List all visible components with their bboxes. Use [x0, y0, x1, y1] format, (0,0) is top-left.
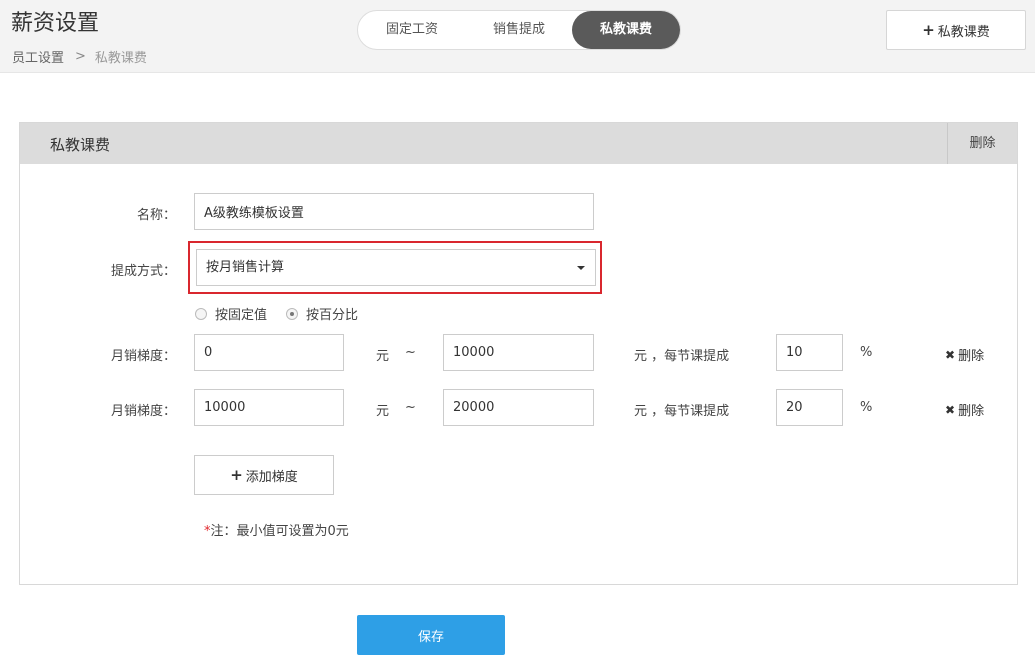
min-value-note: *注：最小值可设置为0元: [204, 520, 349, 539]
tier-1-from-input[interactable]: [194, 334, 344, 371]
tier-1-rate-input[interactable]: [776, 334, 843, 371]
method-highlight-box: 按月销售计算: [188, 241, 602, 294]
tier-1-percent: %: [860, 345, 873, 360]
tier-1-tilde: ~: [405, 345, 416, 360]
method-select-value: 按月销售计算: [206, 260, 285, 275]
radio-percentage-icon[interactable]: [286, 307, 299, 320]
tier-2-from-input[interactable]: [194, 389, 344, 426]
fee-panel: 私教课费 删除 名称： 提成方式： 按月销售计算 按固定值 按百分比 月销梯度：…: [19, 122, 1018, 585]
caret-down-icon: [577, 266, 585, 270]
tier-2-tilde: ~: [405, 400, 416, 415]
breadcrumb-current: 私教课费: [94, 51, 147, 66]
radio-fixed-value-icon[interactable]: [195, 307, 207, 320]
name-input[interactable]: [194, 193, 594, 230]
save-button[interactable]: 保存: [357, 615, 505, 655]
panel-header: 私教课费 删除: [20, 123, 1017, 164]
panel-delete-button[interactable]: 删除: [947, 123, 1017, 164]
top-bar: 薪资设置 员工设置 > 私教课费 固定工资 销售提成 私教课费 + 私教课费: [0, 0, 1035, 73]
tab-fixed-salary[interactable]: 固定工资: [358, 11, 466, 49]
radio-fixed-value-label: 按固定值: [215, 308, 268, 323]
tier-2-label: 月销梯度：: [110, 404, 176, 419]
tier-2-unit-to: 元 ，每节课提成: [634, 404, 730, 419]
radio-percentage-label: 按百分比: [306, 308, 359, 323]
tab-group: 固定工资 销售提成 私教课费: [357, 10, 681, 50]
tier-2-delete-button[interactable]: ✖ 删除: [945, 400, 985, 420]
calc-type-radio-group: 按固定值 按百分比: [195, 304, 377, 323]
page-title: 薪资设置: [11, 11, 100, 36]
tier-1-unit-to: 元 ，每节课提成: [634, 349, 730, 364]
tier-2-percent: %: [860, 400, 873, 415]
add-button-label: 私教课费: [937, 24, 990, 40]
note-text: 注：最小值可设置为0元: [210, 524, 349, 539]
tier-2-unit-from: 元: [376, 404, 390, 419]
close-icon: ✖: [945, 402, 956, 417]
close-icon: ✖: [945, 347, 956, 362]
plus-icon: +: [922, 21, 935, 39]
breadcrumb-separator-icon: >: [75, 49, 86, 64]
tab-sales-commission[interactable]: 销售提成: [466, 11, 572, 49]
tier-1-to-input[interactable]: [443, 334, 594, 371]
tier-1-label: 月销梯度：: [110, 349, 176, 364]
method-label: 提成方式：: [110, 264, 176, 279]
tier-1-delete-button[interactable]: ✖ 删除: [945, 345, 985, 365]
name-label: 名称：: [136, 208, 176, 223]
tier-2-rate-input[interactable]: [776, 389, 843, 426]
tier-2-to-input[interactable]: [443, 389, 594, 426]
panel-title: 私教课费: [50, 136, 111, 154]
add-tier-label: 添加梯度: [245, 469, 298, 485]
method-select[interactable]: 按月销售计算: [196, 249, 596, 286]
radio-fixed-value[interactable]: 按固定值: [195, 304, 267, 323]
tier-1-unit-from: 元: [376, 349, 390, 364]
breadcrumb-parent[interactable]: 员工设置: [12, 47, 64, 66]
add-private-class-fee-button[interactable]: + 私教课费: [886, 10, 1026, 50]
tier-2-delete-label: 删除: [958, 404, 985, 419]
radio-percentage[interactable]: 按百分比: [286, 304, 358, 323]
plus-icon: +: [230, 466, 243, 484]
add-tier-button[interactable]: + 添加梯度: [194, 455, 334, 495]
tab-private-class-fee[interactable]: 私教课费: [572, 11, 680, 49]
tier-1-delete-label: 删除: [958, 349, 985, 364]
breadcrumb: 员工设置 > 私教课费: [12, 47, 147, 66]
